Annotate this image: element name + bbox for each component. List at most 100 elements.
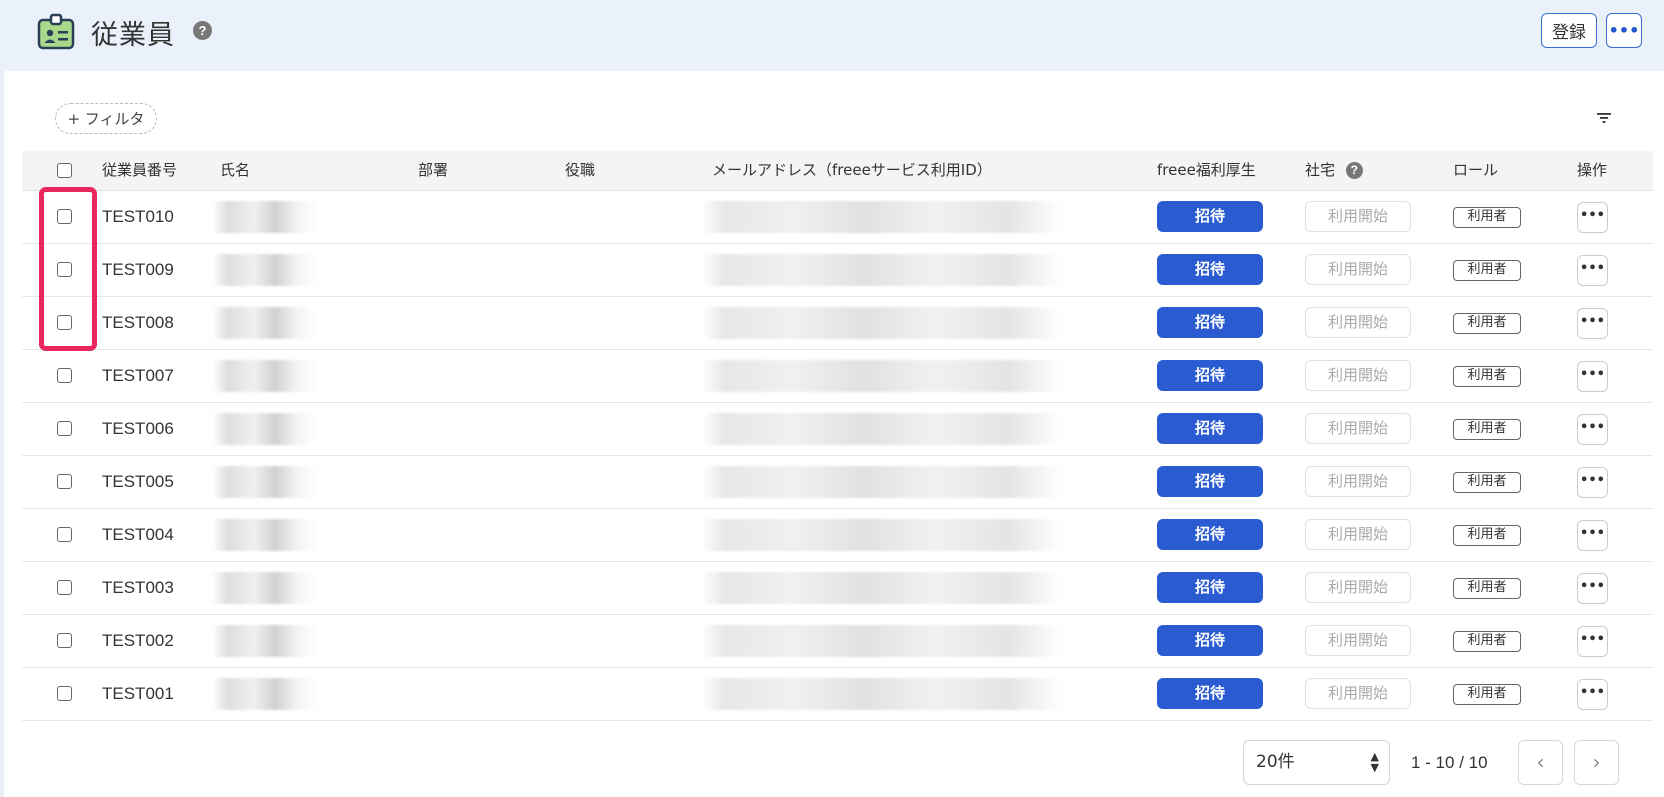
start-usage-button[interactable]: 利用開始 [1305, 572, 1411, 603]
prev-page-button[interactable]: ‹ [1518, 740, 1563, 785]
table-row[interactable]: TEST004 招待 利用開始 利用者 ••• [22, 509, 1653, 562]
employee-number-cell: TEST003 [102, 578, 174, 597]
add-filter-button[interactable]: + フィルタ [55, 103, 157, 134]
column-welfare: freee福利厚生 [1157, 161, 1256, 179]
invite-button[interactable]: 招待 [1157, 519, 1263, 550]
row-more-button[interactable]: ••• [1577, 308, 1608, 339]
row-checkbox[interactable] [57, 474, 72, 489]
email-cell-redacted [702, 360, 1062, 392]
page-title: 従業員 [91, 20, 175, 51]
start-usage-button[interactable]: 利用開始 [1305, 254, 1411, 285]
chevron-right-icon: › [1592, 750, 1601, 774]
header-more-button[interactable]: ••• [1606, 13, 1642, 48]
role-badge: 利用者 [1453, 419, 1521, 440]
column-employee-number[interactable]: 従業員番号 [102, 151, 177, 190]
table-row[interactable]: TEST009 招待 利用開始 利用者 ••• [22, 244, 1653, 297]
select-all-checkbox[interactable] [57, 163, 72, 178]
row-checkbox[interactable] [57, 633, 72, 648]
role-badge: 利用者 [1453, 684, 1521, 705]
invite-button[interactable]: 招待 [1157, 254, 1263, 285]
table-row[interactable]: TEST006 招待 利用開始 利用者 ••• [22, 403, 1653, 456]
row-checkbox[interactable] [57, 527, 72, 542]
invite-button[interactable]: 招待 [1157, 678, 1263, 709]
row-more-button[interactable]: ••• [1577, 573, 1608, 604]
invite-button[interactable]: 招待 [1157, 572, 1263, 603]
employee-number-cell: TEST010 [102, 207, 174, 226]
name-cell-redacted [212, 466, 317, 498]
housing-help-icon[interactable]: ? [1345, 162, 1363, 179]
email-cell-redacted [702, 413, 1062, 445]
name-cell-redacted [212, 625, 317, 657]
invite-button[interactable]: 招待 [1157, 413, 1263, 444]
name-cell-redacted [212, 678, 317, 710]
row-checkbox[interactable] [57, 421, 72, 436]
table-row[interactable]: TEST005 招待 利用開始 利用者 ••• [22, 456, 1653, 509]
email-cell-redacted [702, 466, 1062, 498]
start-usage-button[interactable]: 利用開始 [1305, 360, 1411, 391]
register-button[interactable]: 登録 [1541, 13, 1597, 48]
row-checkbox[interactable] [57, 580, 72, 595]
email-cell-redacted [702, 572, 1062, 604]
start-usage-button[interactable]: 利用開始 [1305, 466, 1411, 497]
row-more-button[interactable]: ••• [1577, 626, 1608, 657]
employee-number-cell: TEST009 [102, 260, 174, 279]
start-usage-button[interactable]: 利用開始 [1305, 678, 1411, 709]
start-usage-button[interactable]: 利用開始 [1305, 201, 1411, 232]
column-position[interactable]: 役職 [565, 151, 595, 190]
name-cell-redacted [212, 307, 317, 339]
role-badge: 利用者 [1453, 260, 1521, 281]
row-more-button[interactable]: ••• [1577, 679, 1608, 710]
column-department[interactable]: 部署 [418, 151, 448, 190]
column-role: ロール [1453, 161, 1499, 179]
left-strip [0, 0, 4, 797]
row-more-button[interactable]: ••• [1577, 467, 1608, 498]
row-more-button[interactable]: ••• [1577, 361, 1608, 392]
column-housing-label: 社宅 [1305, 161, 1336, 179]
table-row[interactable]: TEST002 招待 利用開始 利用者 ••• [22, 615, 1653, 668]
per-page-select[interactable]: 20件 ▲ ▼ [1243, 740, 1390, 785]
sort-icon[interactable] [1596, 112, 1612, 124]
row-checkbox[interactable] [57, 368, 72, 383]
name-cell-redacted [212, 360, 317, 392]
name-cell-redacted [212, 201, 317, 233]
row-more-button[interactable]: ••• [1577, 202, 1608, 233]
row-more-button[interactable]: ••• [1577, 520, 1608, 551]
table-header: 従業員番号 氏名 部署 役職 メールアドレス（freeeサービス利用ID） fr… [22, 151, 1653, 191]
start-usage-button[interactable]: 利用開始 [1305, 519, 1411, 550]
start-usage-button[interactable]: 利用開始 [1305, 625, 1411, 656]
row-more-button[interactable]: ••• [1577, 255, 1608, 286]
table-body: TEST010 招待 利用開始 利用者 ••• TEST009 招待 利用開始 利用者 ••• TE… [22, 191, 1653, 721]
role-badge: 利用者 [1453, 366, 1521, 387]
invite-button[interactable]: 招待 [1157, 625, 1263, 656]
employee-number-cell: TEST002 [102, 631, 174, 650]
column-email[interactable]: メールアドレス（freeeサービス利用ID） [712, 151, 992, 190]
invite-button[interactable]: 招待 [1157, 466, 1263, 497]
employee-table: 従業員番号 氏名 部署 役職 メールアドレス（freeeサービス利用ID） fr… [22, 151, 1653, 721]
employee-number-cell: TEST006 [102, 419, 174, 438]
table-row[interactable]: TEST001 招待 利用開始 利用者 ••• [22, 668, 1653, 721]
table-row[interactable]: TEST007 招待 利用開始 利用者 ••• [22, 350, 1653, 403]
column-actions: 操作 [1577, 161, 1608, 179]
start-usage-button[interactable]: 利用開始 [1305, 307, 1411, 338]
table-row[interactable]: TEST003 招待 利用開始 利用者 ••• [22, 562, 1653, 615]
role-badge: 利用者 [1453, 313, 1521, 334]
employee-number-cell: TEST005 [102, 472, 174, 491]
employee-badge-icon [37, 13, 75, 50]
invite-button[interactable]: 招待 [1157, 307, 1263, 338]
row-more-button[interactable]: ••• [1577, 414, 1608, 445]
page-header: 従業員 ? 登録 ••• [0, 0, 1664, 71]
next-page-button[interactable]: › [1574, 740, 1619, 785]
column-name[interactable]: 氏名 [220, 151, 250, 190]
invite-button[interactable]: 招待 [1157, 360, 1263, 391]
start-usage-button[interactable]: 利用開始 [1305, 413, 1411, 444]
table-row[interactable]: TEST008 招待 利用開始 利用者 ••• [22, 297, 1653, 350]
row-checkbox[interactable] [57, 686, 72, 701]
invite-button[interactable]: 招待 [1157, 201, 1263, 232]
pagination-range: 1 - 10 / 10 [1411, 753, 1488, 772]
name-cell-redacted [212, 413, 317, 445]
chevron-left-icon: ‹ [1536, 750, 1545, 774]
name-cell-redacted [212, 572, 317, 604]
help-icon[interactable]: ? [193, 21, 212, 40]
table-row[interactable]: TEST010 招待 利用開始 利用者 ••• [22, 191, 1653, 244]
employee-number-cell: TEST008 [102, 313, 174, 332]
